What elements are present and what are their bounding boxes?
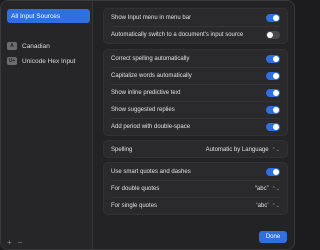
sidebar-item-label: Canadian [22, 42, 50, 50]
correct-spelling-label: Correct spelling automatically [111, 56, 190, 62]
spelling-row: Spelling Automatic by Language ⌃⌄ [104, 141, 287, 159]
show-input-menu-toggle[interactable] [266, 14, 280, 22]
show-input-menu-label: Show Input menu in menu bar [111, 15, 192, 21]
sidebar-item-unicode-hex-input[interactable]: U+ Unicode Hex Input [7, 54, 90, 68]
keyboard-settings-window: All Input Sources A Canadian U+ Unicode … [0, 0, 295, 250]
predictive-text-toggle[interactable] [266, 89, 280, 97]
sidebar-item-label: All Input Sources [11, 12, 61, 20]
capitalize-row: Capitalize words automatically [104, 67, 287, 85]
correct-spelling-toggle[interactable] [266, 55, 280, 63]
single-quotes-row: For single quotes ‘abc’ ⌃⌄ [104, 197, 287, 215]
auto-switch-label: Automatically switch to a document's inp… [111, 32, 244, 38]
text-correction-group: Correct spelling automatically Capitaliz… [103, 49, 288, 136]
double-quotes-row: For double quotes “abc” ⌃⌄ [104, 180, 287, 198]
smart-quotes-row: Use smart quotes and dashes [104, 163, 287, 181]
capitalize-toggle[interactable] [266, 72, 280, 80]
correct-spelling-row: Correct spelling automatically [104, 50, 287, 68]
sidebar-item-all-input-sources[interactable]: All Input Sources [7, 9, 90, 23]
chevron-updown-icon: ⌃⌄ [271, 147, 280, 153]
suggested-replies-label: Show suggested replies [111, 107, 175, 113]
predictive-text-label: Show inline predictive text [111, 90, 181, 96]
chevron-updown-icon: ⌃⌄ [271, 203, 280, 209]
suggested-replies-toggle[interactable] [266, 106, 280, 114]
spelling-label: Spelling [111, 147, 133, 153]
auto-switch-toggle[interactable] [266, 31, 280, 39]
sidebar-item-label: Unicode Hex Input [22, 57, 76, 65]
single-quotes-select[interactable]: ‘abc’ ⌃⌄ [256, 203, 280, 209]
keyboard-layout-icon: A [7, 42, 17, 50]
double-space-period-label: Add period with double-space [111, 124, 191, 130]
smart-quotes-label: Use smart quotes and dashes [111, 169, 191, 175]
unicode-input-icon: U+ [7, 57, 17, 65]
spelling-select-value: Automatic by Language [205, 147, 269, 153]
double-quotes-label: For double quotes [111, 186, 160, 192]
single-quotes-value: ‘abc’ [256, 203, 269, 209]
spelling-group: Spelling Automatic by Language ⌃⌄ [103, 140, 288, 158]
double-space-period-toggle[interactable] [266, 123, 280, 131]
double-space-period-row: Add period with double-space [104, 118, 287, 136]
remove-input-source-button[interactable]: − [18, 238, 23, 247]
double-quotes-value: “abc” [254, 186, 269, 192]
double-quotes-select[interactable]: “abc” ⌃⌄ [255, 186, 280, 192]
capitalize-label: Capitalize words automatically [111, 73, 192, 79]
done-button[interactable]: Done [259, 231, 287, 243]
show-input-menu-row: Show Input menu in menu bar [104, 9, 287, 27]
single-quotes-label: For single quotes [111, 203, 158, 209]
predictive-text-row: Show inline predictive text [104, 84, 287, 102]
add-input-source-button[interactable]: + [7, 238, 12, 247]
auto-switch-row: Automatically switch to a document's inp… [104, 26, 287, 44]
quotes-group: Use smart quotes and dashes For double q… [103, 162, 288, 215]
input-menu-group: Show Input menu in menu bar Automaticall… [103, 8, 288, 44]
sidebar-footer: + − [7, 238, 22, 247]
suggested-replies-row: Show suggested replies [104, 101, 287, 119]
smart-quotes-toggle[interactable] [266, 168, 280, 176]
spelling-select[interactable]: Automatic by Language ⌃⌄ [206, 147, 280, 153]
input-sources-sidebar: All Input Sources A Canadian U+ Unicode … [1, 1, 93, 249]
sidebar-item-canadian[interactable]: A Canadian [7, 39, 90, 53]
chevron-updown-icon: ⌃⌄ [271, 186, 280, 192]
settings-pane: Show Input menu in menu bar Automaticall… [94, 1, 294, 249]
